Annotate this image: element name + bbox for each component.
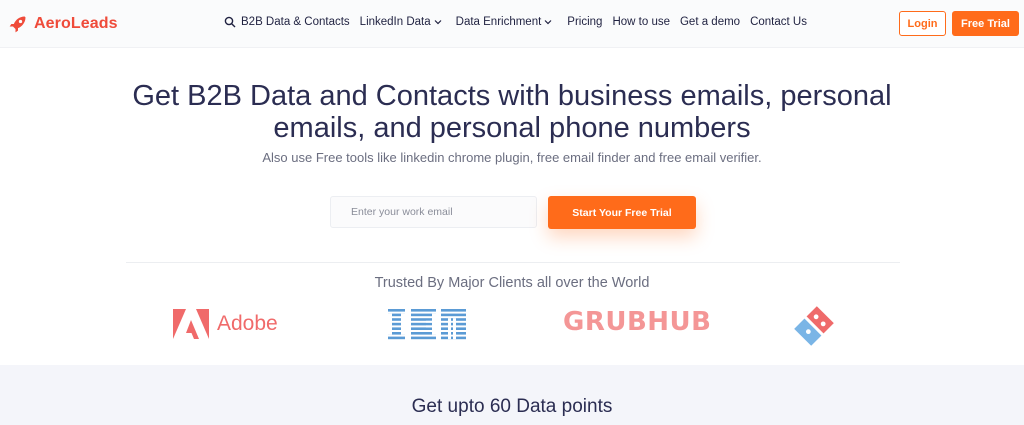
nav-item-how-to-use[interactable]: How to use <box>612 16 670 28</box>
features-heading: Get upto 60 Data points <box>411 396 613 417</box>
nav-item-label: LinkedIn Data <box>359 16 431 28</box>
search-icon <box>224 16 236 28</box>
adobe-logo: Adobe <box>173 309 278 339</box>
clients-heading: Trusted By Major Clients all over the Wo… <box>374 275 650 291</box>
nav-item-label: Contact Us <box>750 16 807 28</box>
nav-item-contact-us[interactable]: Contact Us <box>750 16 807 28</box>
nav-item-label: Get a demo <box>679 16 741 28</box>
brand-name: AeroLeads <box>34 15 118 32</box>
nav-item-linkedin-data[interactable]: LinkedIn Data <box>360 16 442 28</box>
grubhub-logo: GRUBHUB <box>563 307 712 337</box>
nav-item-get-a-demo[interactable]: Get a demo <box>680 16 740 28</box>
work-email-input[interactable] <box>330 196 537 228</box>
nav-item-label: B2B Data & Contacts <box>241 16 350 28</box>
rocket-icon <box>9 16 26 33</box>
nav-item-b2b-data[interactable]: B2B Data & Contacts <box>224 16 350 28</box>
client-name: Adobe <box>217 312 278 335</box>
brand-logo[interactable]: AeroLeads <box>8 12 118 36</box>
nav-item-pricing[interactable]: Pricing <box>567 16 602 28</box>
chevron-down-icon <box>544 20 552 25</box>
section-divider <box>126 262 900 263</box>
start-free-trial-button[interactable]: Start Your Free Trial <box>548 196 696 229</box>
ibm-logo <box>388 308 466 347</box>
dominos-logo <box>794 306 834 351</box>
nav-item-label: Pricing <box>567 16 603 28</box>
nav-item-label: How to use <box>612 16 670 28</box>
login-button[interactable]: Login <box>899 11 946 36</box>
main-nav: B2B Data & Contacts LinkedIn Data Data E… <box>224 16 807 28</box>
adobe-mark-icon <box>173 309 209 339</box>
chevron-down-icon <box>434 20 442 25</box>
ibm-mark-icon <box>388 308 466 342</box>
site-header: AeroLeads B2B Data & Contacts LinkedIn D… <box>0 0 1024 48</box>
dominos-mark-icon <box>794 306 834 346</box>
hero-subtitle: Also use Free tools like linkedin chrome… <box>262 150 762 165</box>
nav-item-data-enrichment[interactable]: Data Enrichment <box>456 16 553 28</box>
nav-item-label: Data Enrichment <box>455 16 542 28</box>
hero-title: Get B2B Data and Contacts with business … <box>132 80 892 144</box>
free-trial-button[interactable]: Free Trial <box>952 11 1019 36</box>
